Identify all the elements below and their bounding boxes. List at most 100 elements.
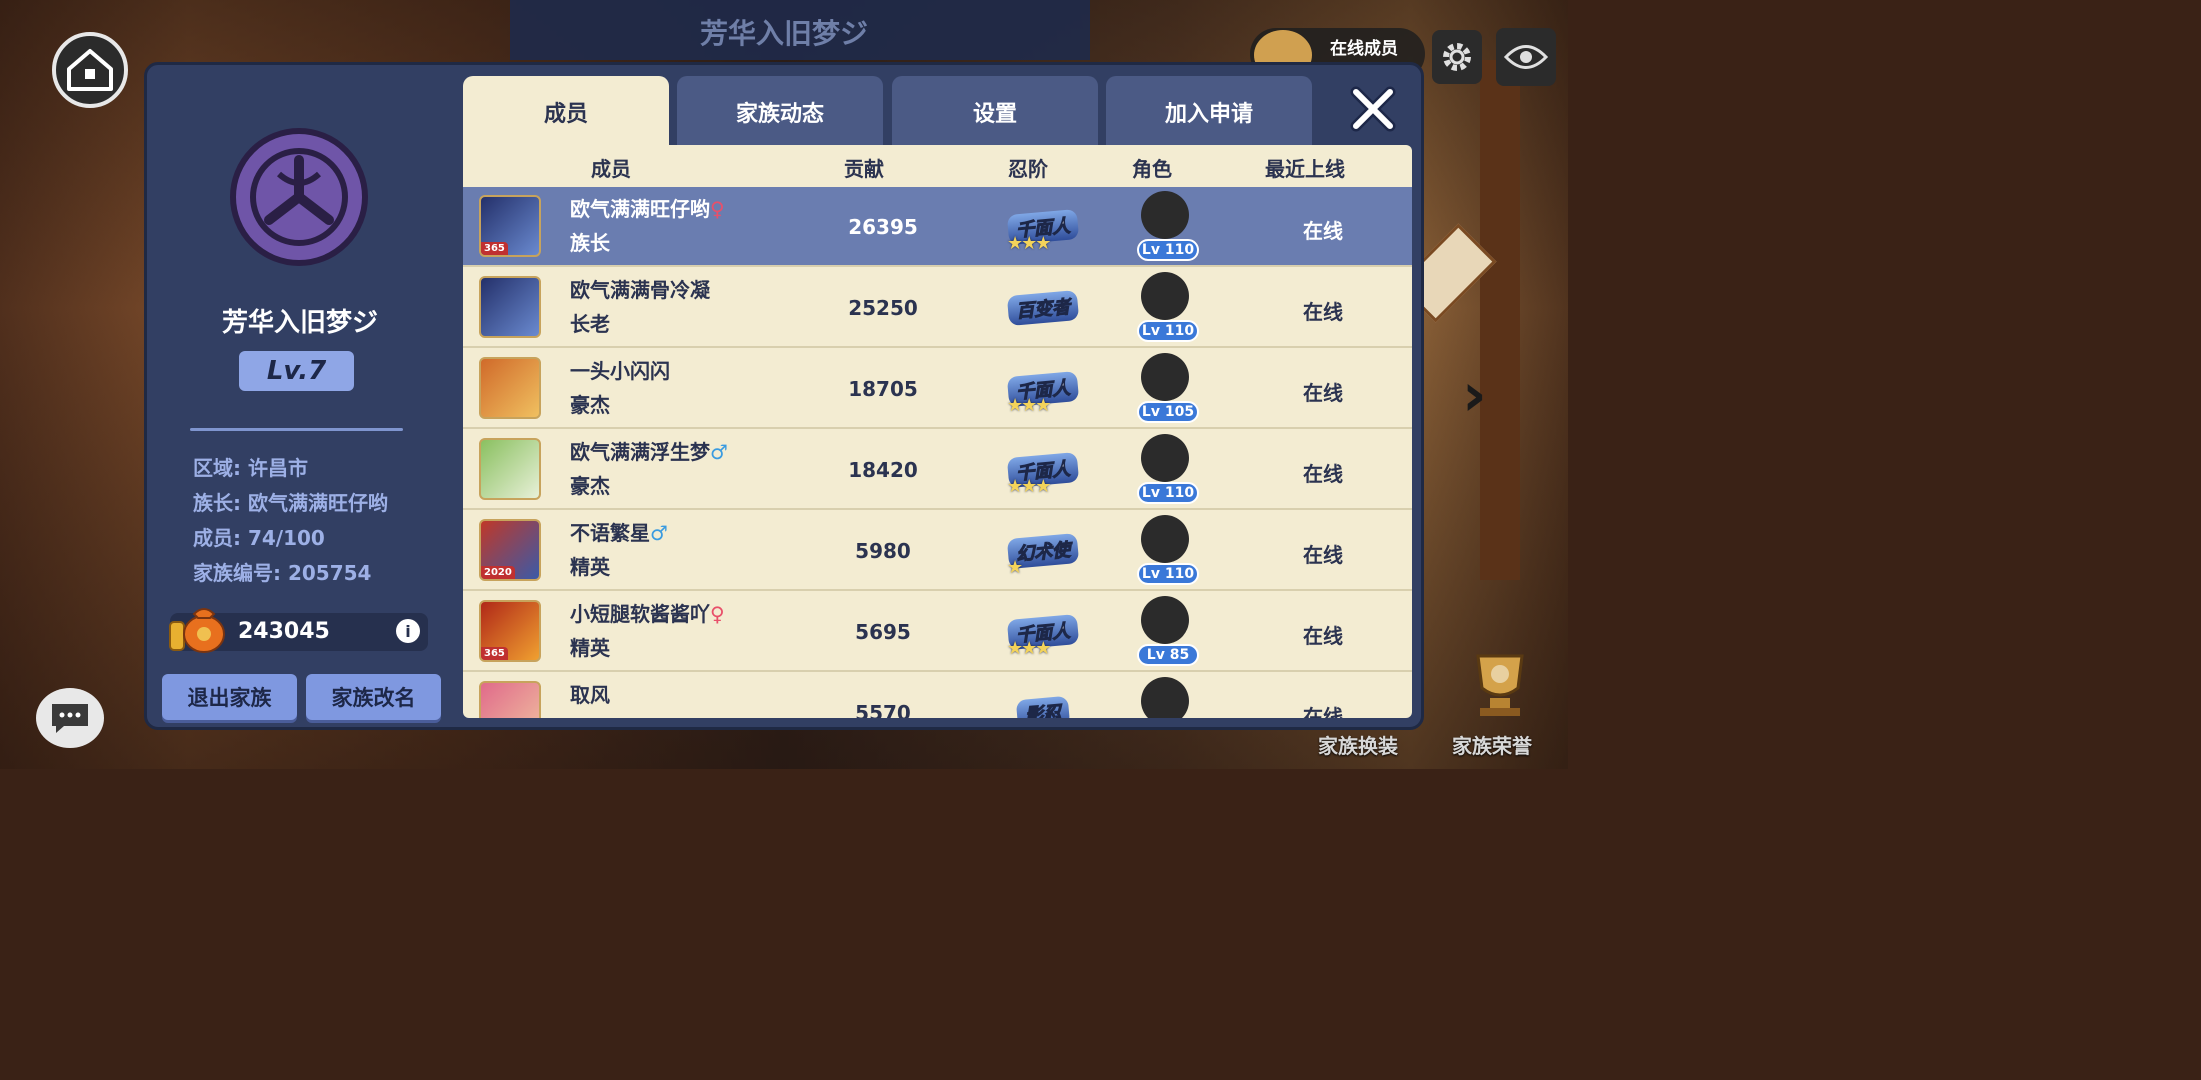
character-level-tag: Lv 85 [1137,644,1199,666]
member-contribution: 26395 [848,215,918,239]
character-head-icon [1141,596,1189,644]
table-row[interactable]: 欧气满满骨冷凝 长老 25250 百变者 Lv 110 在线 [463,268,1412,348]
background-pillar [1480,60,1520,580]
table-row[interactable]: 取风精英 5570 影忍 在线 [463,673,1412,718]
member-online-status: 在线 [1303,300,1343,324]
member-name-text: 一头小闪闪 [570,359,670,383]
close-button[interactable] [1346,82,1400,136]
home-button[interactable] [52,32,128,108]
rename-clan-button[interactable]: 家族改名 [306,674,441,720]
clan-member-count: 成员: 74/100 [193,526,325,550]
member-title: 精英 [570,713,610,718]
tab-join-requests[interactable]: 加入申请 [1106,76,1312,148]
table-header: 成员 贡献 忍阶 角色 最近上线 [463,145,1412,187]
member-name-text: 欧气满满浮生梦 [570,440,710,464]
gear-icon [1443,43,1471,71]
character-level-tag: Lv 105 [1137,401,1199,423]
member-contribution: 18420 [848,458,918,482]
rank-stars-icon: ★★★ [1007,476,1051,497]
member-title: 豪杰 [570,393,610,417]
member-avatar[interactable] [479,357,541,419]
member-name: 欧气满满旺仔哟♀ [570,193,725,222]
member-title: 精英 [570,555,610,579]
table-row[interactable]: 一头小闪闪 豪杰 18705 千面人 ★★★ Lv 105 在线 [463,349,1412,429]
member-contribution: 18705 [848,377,918,401]
settings-button[interactable] [1432,30,1482,84]
table-row[interactable]: 365 小短腿软酱酱吖♀ 精英 5695 千面人 ★★★ Lv 85 在线 [463,592,1412,672]
clan-level-badge: Lv.7 [239,351,354,391]
clan-id: 家族编号: 205754 [193,561,372,585]
member-online-status: 在线 [1303,624,1343,648]
ninja-rank-label: 百变者 [1006,290,1080,326]
member-name-text: 欧气满满旺仔哟 [570,197,710,221]
header-member: 成员 [591,157,631,181]
avatar-badge: 365 [481,242,508,255]
header-role: 角色 [1132,157,1172,181]
member-avatar[interactable]: 365 [479,600,541,662]
character-head-icon [1141,191,1189,239]
member-title: 族长 [570,231,610,255]
rank-stars-icon: ★★★ [1007,638,1051,659]
quit-clan-button[interactable]: 退出家族 [162,674,297,720]
gender-icon: ♂ [710,440,728,464]
clan-region: 区域: 许昌市 [193,456,308,480]
member-avatar[interactable]: 2020 [479,519,541,581]
character-level-tag: Lv 110 [1137,239,1199,261]
table-row[interactable]: 2020 不语繁星♂ 精英 5980 幻术使 ★ Lv 110 在线 [463,511,1412,591]
member-avatar[interactable] [479,681,541,718]
table-row[interactable]: 欧气满满浮生梦♂ 豪杰 18420 千面人 ★★★ Lv 110 在线 [463,430,1412,510]
home-icon [67,49,113,91]
chat-button[interactable] [36,688,104,748]
clan-honor-button[interactable]: 家族荣誉 [1452,730,1532,759]
view-button[interactable] [1496,28,1556,86]
clan-funds-value: 243045 [238,619,330,644]
character-level-tag: Lv 110 [1137,482,1199,504]
trophy-icon[interactable] [1460,648,1540,722]
member-avatar[interactable] [479,276,541,338]
member-name-text: 取风 [570,683,610,707]
header-rank: 忍阶 [1008,157,1048,181]
money-bag-icon [169,608,225,653]
member-online-status: 在线 [1303,381,1343,405]
divider [190,428,403,431]
member-title: 精英 [570,636,610,660]
character-level-tag: Lv 110 [1137,320,1199,342]
member-avatar[interactable] [479,438,541,500]
member-name-text: 小短腿软酱酱吖 [570,602,710,626]
ninja-rank-icon: 百变者 [993,280,1093,336]
member-name: 取风 [570,679,610,708]
character-level-tag: Lv 110 [1137,563,1199,585]
table-row[interactable]: 365 欧气满满旺仔哟♀ 族长 26395 千面人 ★★★ Lv 110 在线 [463,187,1412,267]
rank-stars-icon: ★★★ [1007,233,1051,254]
clan-outfit-button[interactable]: 家族换装 [1318,730,1398,759]
close-icon [1350,86,1396,132]
member-online-status: 在线 [1303,543,1343,567]
member-online-status: 在线 [1303,219,1343,243]
eye-icon [1504,45,1548,69]
header-contribution: 贡献 [844,157,884,181]
member-name: 一头小闪闪 [570,355,670,384]
tab-clan-activity[interactable]: 家族动态 [677,76,883,148]
avatar-badge: 365 [481,647,508,660]
chat-bubble-icon [52,704,88,733]
character-head-icon [1141,677,1189,718]
header-last-online: 最近上线 [1265,157,1345,181]
character-head-icon [1141,272,1189,320]
info-icon[interactable]: i [396,619,420,643]
member-name: 不语繁星♂ [570,517,668,546]
member-contribution: 5980 [855,539,911,563]
member-contribution: 5695 [855,620,911,644]
member-name: 小短腿软酱酱吖♀ [570,598,725,627]
tab-members[interactable]: 成员 [463,76,669,148]
clan-leader: 族长: 欧气满满旺仔哟 [193,491,388,515]
online-members-label: 在线成员 [1330,39,1398,59]
gender-icon: ♀ [710,197,725,221]
member-contribution: 25250 [848,296,918,320]
member-online-status: 在线 [1303,705,1343,718]
character-head-icon [1141,434,1189,482]
tab-settings[interactable]: 设置 [892,76,1098,148]
member-online-status: 在线 [1303,462,1343,486]
member-avatar[interactable]: 365 [479,195,541,257]
arrow-right-icon[interactable]: › [1462,360,1487,430]
member-name: 欧气满满骨冷凝 [570,274,710,303]
